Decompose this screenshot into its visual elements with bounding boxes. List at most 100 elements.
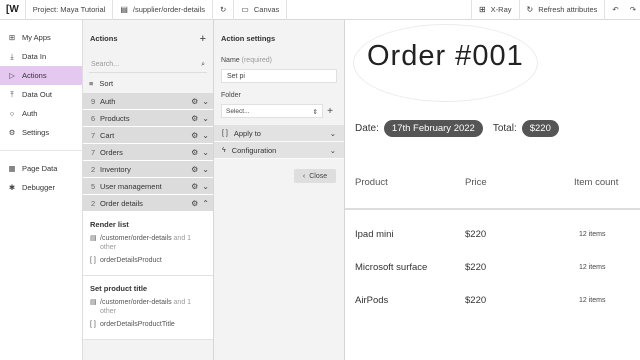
settings-title: Action settings <box>221 34 276 43</box>
add-folder-button[interactable]: + <box>323 106 337 117</box>
refresh-icon: ↻ <box>526 5 534 14</box>
nav-item-label: Data In <box>22 52 47 61</box>
nav-item-my-apps[interactable]: ⊞ My Apps <box>0 28 82 47</box>
group-label: Orders <box>100 147 123 157</box>
undo-icon: ↶ <box>612 5 619 14</box>
nav-item-label: Auth <box>22 109 38 118</box>
header-divider <box>345 208 640 210</box>
page-path: /customer/order-details <box>100 299 172 306</box>
configuration-section[interactable]: ϟ Configuration ⌄ <box>214 142 344 159</box>
canvas-button[interactable]: ▭ Canvas <box>234 0 288 20</box>
table-icon: ▦ <box>8 164 16 173</box>
group-count: 7 <box>91 130 96 140</box>
gear-icon[interactable]: ⚙ <box>191 97 198 106</box>
action-group-products[interactable]: 6 Products ⚙ ⌄ <box>83 110 213 127</box>
top-bar: [W Project: Maya Tutorial ▤ /supplier/or… <box>0 0 640 20</box>
action-set-product-title[interactable]: Set product title ▤ /customer/order-deta… <box>83 276 213 340</box>
gear-icon[interactable]: ⚙ <box>191 148 198 157</box>
section-label: Apply to <box>233 128 261 138</box>
action-group-user-management[interactable]: 5 User management ⚙ ⌄ <box>83 178 213 195</box>
folder-select[interactable]: Select... ⇕ <box>221 104 323 118</box>
total-badge[interactable]: $220 <box>521 120 559 137</box>
bug-icon: ✱ <box>8 183 16 192</box>
search-input[interactable]: Search... ⌕ <box>89 57 207 73</box>
refresh-attributes-button[interactable]: ↻ Refresh attributes <box>518 0 605 20</box>
close-label: Close <box>309 172 328 180</box>
date-badge[interactable]: 17th February 2022 <box>383 120 483 137</box>
nav-item-settings[interactable]: ⚙ Settings <box>0 123 82 142</box>
nav-item-label: Debugger <box>22 183 55 192</box>
nav-item-data-out[interactable]: ⤒ Data Out <box>0 85 82 104</box>
gear-icon[interactable]: ⚙ <box>191 114 198 123</box>
action-render-list[interactable]: Render list ▤ /customer/order-details an… <box>83 212 213 276</box>
chevron-down-icon[interactable]: ⌄ <box>202 97 209 106</box>
gear-icon[interactable]: ⚙ <box>191 182 198 191</box>
action-group-orders[interactable]: 7 Orders ⚙ ⌄ <box>83 144 213 161</box>
header-price: Price <box>465 177 487 188</box>
nav-item-debugger[interactable]: ✱ Debugger <box>0 178 82 197</box>
gear-icon: ⚙ <box>8 128 16 137</box>
group-count: 7 <box>91 147 96 157</box>
apply-to-section[interactable]: [ ] Apply to ⌄ <box>214 125 344 142</box>
group-count: 2 <box>91 198 96 208</box>
table-row[interactable]: Ipad mini $220 12 items <box>345 229 640 249</box>
group-count: 5 <box>91 181 96 191</box>
undo-button[interactable]: ↶ <box>604 0 625 20</box>
order-meta: Date: 17th February 2022 Total: $220 <box>355 120 569 137</box>
close-button[interactable]: ‹ Close <box>294 169 336 183</box>
redo-button[interactable]: ↷ <box>626 0 640 20</box>
chevron-down-icon[interactable]: ⌄ <box>202 148 209 157</box>
section-label: Configuration <box>231 145 277 155</box>
sort-icon: ≡ <box>89 78 94 88</box>
xray-icon: ⊞ <box>478 5 486 14</box>
add-action-button[interactable]: + <box>200 33 206 45</box>
nav-item-label: Settings <box>22 128 50 137</box>
action-name-input[interactable]: Set pi <box>221 69 337 83</box>
header-item-count: Item count <box>574 177 619 188</box>
name-label: Name (required) <box>214 57 344 64</box>
required-label: (required) <box>241 57 272 64</box>
product-name: AirPods <box>355 295 389 306</box>
chevron-down-icon[interactable]: ⌄ <box>202 114 209 123</box>
group-label: Inventory <box>100 164 131 174</box>
nav-item-auth[interactable]: ○ Auth <box>0 104 82 123</box>
chevron-down-icon[interactable]: ⌄ <box>202 182 209 191</box>
gear-icon[interactable]: ⚙ <box>191 165 198 174</box>
product-count: 12 items <box>579 264 606 271</box>
nav-item-label: Data Out <box>22 90 53 99</box>
chevron-up-icon[interactable]: ⌃ <box>202 199 209 208</box>
select-arrows-icon: ⇕ <box>312 109 318 116</box>
nav-item-data-in[interactable]: ⤓ Data In <box>0 47 82 66</box>
nav-item-label: Page Data <box>22 164 58 173</box>
folder-select-value: Select... <box>226 108 250 115</box>
xray-button[interactable]: ⊞ X-Ray <box>470 0 519 20</box>
chevron-down-icon[interactable]: ⌄ <box>202 131 209 140</box>
gear-icon[interactable]: ⚙ <box>191 131 198 140</box>
group-label: Products <box>100 113 130 123</box>
group-label: Auth <box>100 96 116 106</box>
group-count: 6 <box>91 113 96 123</box>
project-selector[interactable]: Project: Maya Tutorial <box>26 0 114 20</box>
gear-icon[interactable]: ⚙ <box>191 199 198 208</box>
order-title[interactable]: Order #001 <box>367 40 524 73</box>
nav-item-page-data[interactable]: ▦ Page Data <box>0 159 82 178</box>
action-group-order-details[interactable]: 2 Order details ⚙ ⌃ <box>83 195 213 212</box>
page-path[interactable]: ▤ /supplier/order-details <box>113 0 213 20</box>
action-group-auth[interactable]: 9 Auth ⚙ ⌄ <box>83 93 213 110</box>
product-name: Microsoft surface <box>355 262 428 273</box>
product-price: $220 <box>465 295 487 306</box>
app-logo[interactable]: [W <box>0 0 26 20</box>
monitor-icon: ▭ <box>241 5 249 14</box>
bracket-icon: [ ] <box>222 129 228 137</box>
refresh-attributes-label: Refresh attributes <box>538 5 598 14</box>
reload-button[interactable]: ↻ <box>213 0 235 20</box>
nav-item-actions[interactable]: ▷ Actions <box>0 66 82 85</box>
action-group-inventory[interactable]: 2 Inventory ⚙ ⌄ <box>83 161 213 178</box>
table-row[interactable]: AirPods $220 12 items <box>345 295 640 315</box>
action-group-cart[interactable]: 7 Cart ⚙ ⌄ <box>83 127 213 144</box>
chevron-down-icon[interactable]: ⌄ <box>202 165 209 174</box>
product-price: $220 <box>465 262 487 273</box>
sort-button[interactable]: ≡ Sort <box>83 73 213 93</box>
action-title: Render list <box>90 220 129 229</box>
table-row[interactable]: Microsoft surface $220 12 items <box>345 262 640 282</box>
